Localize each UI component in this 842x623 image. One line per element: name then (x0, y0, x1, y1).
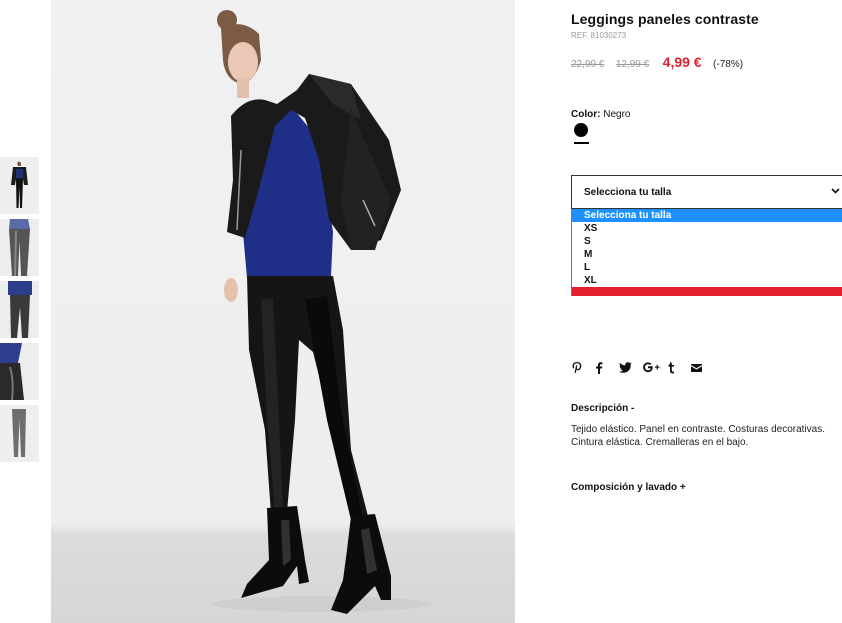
size-option-placeholder[interactable]: Selecciona tu talla (572, 209, 842, 222)
size-select[interactable]: Selecciona tu talla (571, 175, 842, 209)
size-option-xs[interactable]: XS (572, 222, 842, 235)
original-price: 22,99 € (571, 59, 605, 70)
size-option-l[interactable]: L (572, 261, 842, 274)
discount-badge: (-78%) (713, 59, 744, 70)
current-price: 4,99 € (662, 54, 702, 70)
tumblr-icon[interactable] (667, 362, 691, 374)
size-select-value: Selecciona tu talla (584, 187, 672, 198)
chevron-down-icon (831, 186, 840, 197)
share-icons (571, 361, 715, 374)
add-to-cart-bar[interactable] (572, 287, 842, 296)
google-plus-icon[interactable] (643, 362, 667, 373)
thumbnail-detail[interactable] (0, 343, 39, 400)
color-swatch-black[interactable] (574, 123, 588, 137)
size-dropdown-list: Selecciona tu talla XS S M L XL (571, 209, 842, 296)
color-label-title: Color: (571, 109, 601, 120)
description-toggle[interactable]: Descripción - (571, 403, 634, 414)
size-option-m[interactable]: M (572, 248, 842, 261)
composition-toggle[interactable]: Composición y lavado + (571, 482, 686, 493)
swatch-selected-indicator (574, 142, 589, 144)
twitter-icon[interactable] (619, 362, 643, 373)
pinterest-icon[interactable] (571, 361, 595, 374)
product-title: Leggings paneles contraste (571, 11, 759, 27)
size-option-s[interactable]: S (572, 235, 842, 248)
thumbnail-product-flat[interactable] (0, 405, 39, 462)
thumbnail-list (0, 157, 40, 467)
thumbnail-legs-front[interactable] (0, 219, 39, 276)
price-block: 22,99 € 12,99 € 4,99 € (-78%) (571, 54, 743, 72)
color-label: Color: Negro (571, 109, 630, 120)
color-value: Negro (603, 109, 631, 120)
description-text: Tejido elástico. Panel en contraste. Cos… (571, 424, 826, 448)
email-icon[interactable] (691, 363, 715, 372)
main-product-image[interactable] (51, 0, 515, 623)
thumbnail-full-look[interactable] (0, 157, 39, 214)
size-option-xl[interactable]: XL (572, 274, 842, 287)
facebook-icon[interactable] (595, 361, 619, 374)
product-reference: REF. 81030273 (571, 31, 627, 40)
previous-price: 12,99 € (615, 59, 650, 70)
thumbnail-legs-side[interactable] (0, 281, 39, 338)
